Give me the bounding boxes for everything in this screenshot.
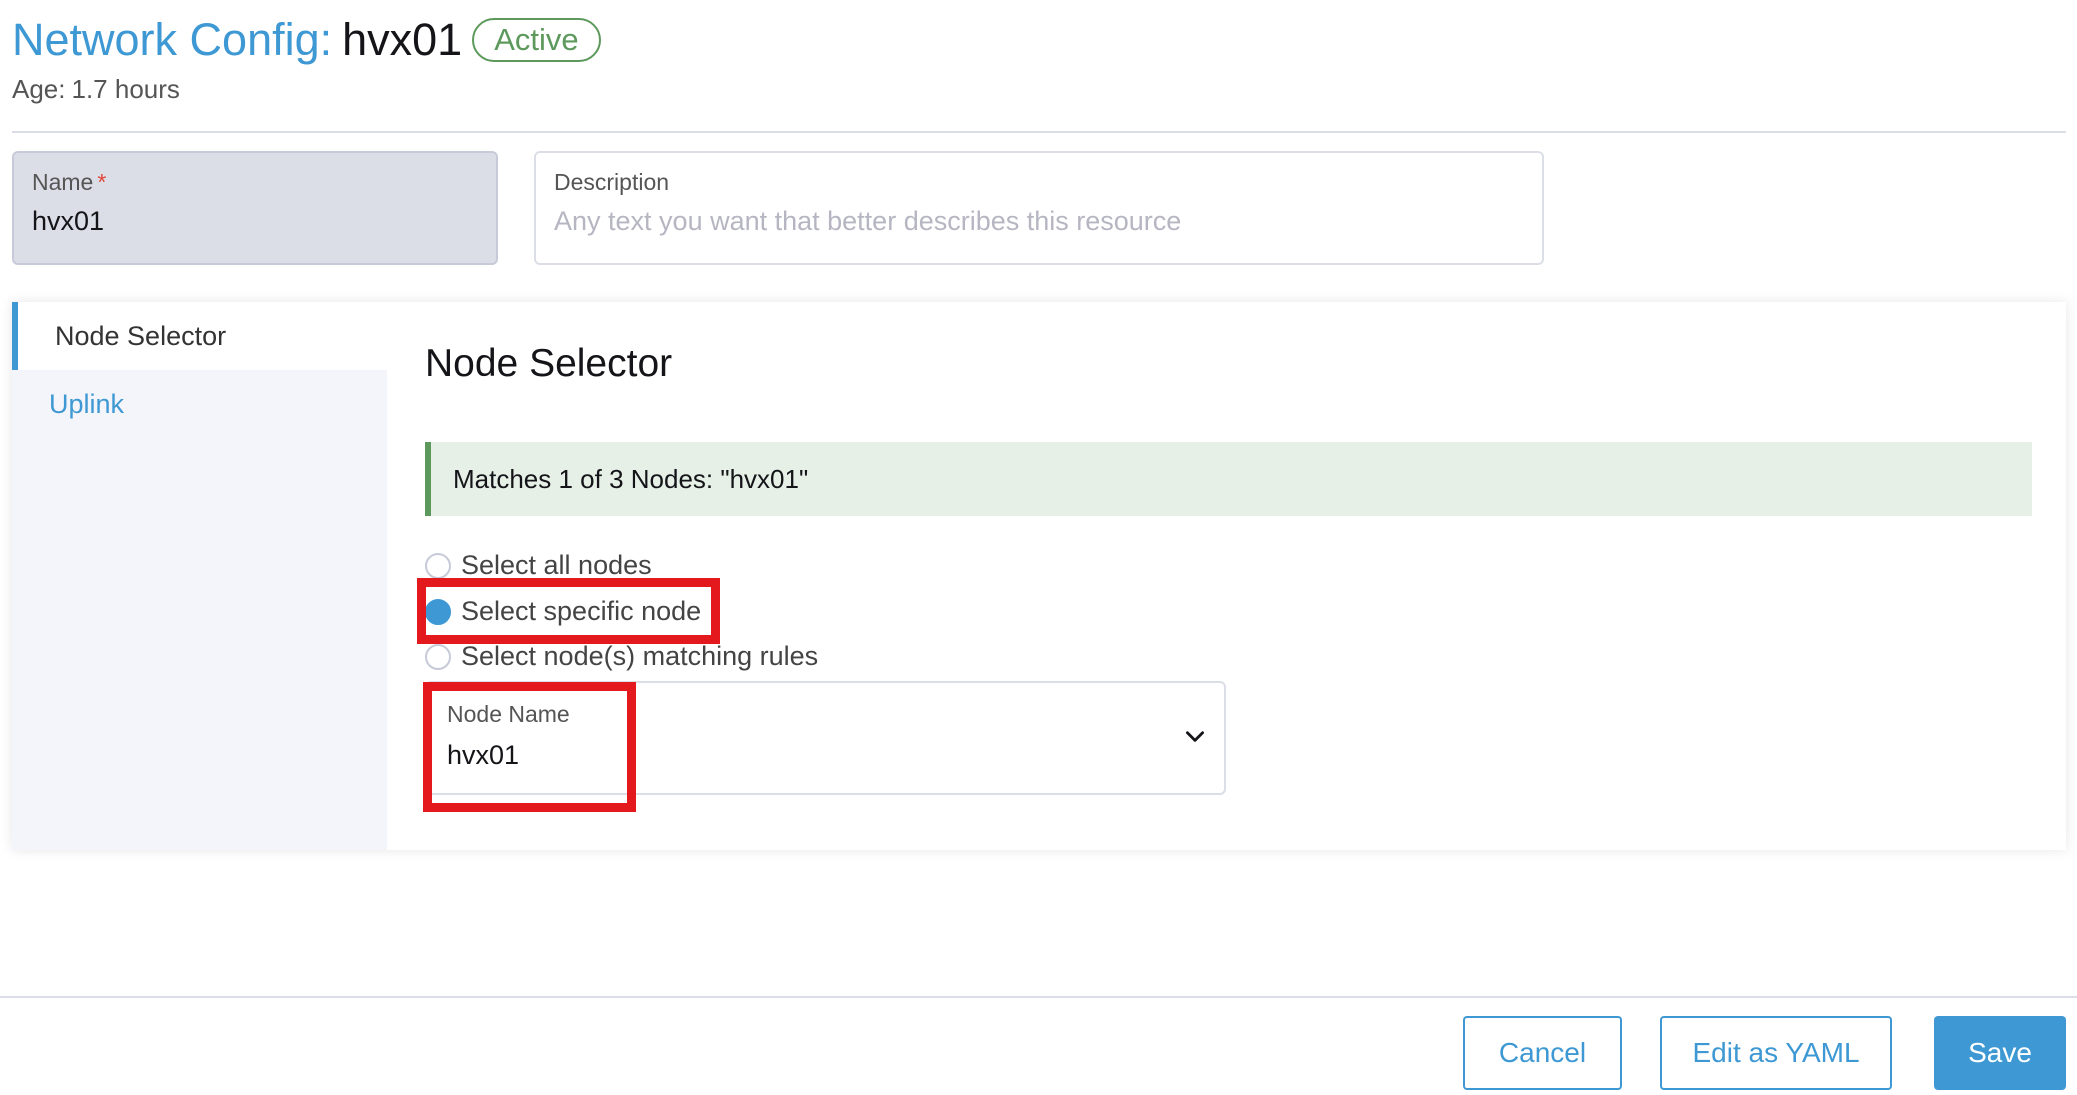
tab-uplink[interactable]: Uplink xyxy=(12,370,387,438)
network-config-page: Network Config: hvx01 Active Age: 1.7 hou… xyxy=(0,0,2077,1095)
chevron-down-icon[interactable] xyxy=(1182,723,1208,749)
cancel-button[interactable]: Cancel xyxy=(1463,1016,1622,1090)
radio-label: Select node(s) matching rules xyxy=(461,641,819,671)
resource-type-link[interactable]: Network Config: xyxy=(12,14,332,66)
footer-divider xyxy=(0,996,2077,998)
tabbed-panel: Node Selector Uplink Node Selector Match… xyxy=(12,302,2066,850)
radio-select-specific-node[interactable]: Select specific node xyxy=(425,596,701,627)
header-divider xyxy=(12,131,2066,133)
name-field[interactable]: Name * hvx01 xyxy=(12,151,498,265)
description-label: Description xyxy=(554,169,670,195)
radio-button[interactable] xyxy=(425,643,451,670)
status-badge: Active xyxy=(472,18,601,62)
page-title: hvx01 xyxy=(342,14,463,65)
node-name-value: hvx01 xyxy=(447,740,520,770)
name-label-text: Name xyxy=(32,169,94,195)
radio-select-all-nodes[interactable]: Select all nodes xyxy=(425,550,652,581)
node-name-select[interactable]: Node Name hvx01 xyxy=(425,681,1226,795)
section-title: Node Selector xyxy=(425,342,673,385)
name-value: hvx01 xyxy=(32,206,105,236)
name-field-label: Name * xyxy=(32,169,478,196)
radio-label: Select all nodes xyxy=(461,550,652,580)
resource-age: Age: 1.7 hours xyxy=(12,74,180,105)
side-tabs: Node Selector Uplink xyxy=(12,302,387,850)
required-indicator: * xyxy=(97,169,107,195)
radio-select-matching-rules[interactable]: Select node(s) matching rules xyxy=(425,641,818,672)
save-button[interactable]: Save xyxy=(1934,1016,2066,1090)
radio-button-checked[interactable] xyxy=(425,598,451,625)
age-value: 1.7 hours xyxy=(71,74,180,104)
tab-node-selector[interactable]: Node Selector xyxy=(12,302,387,370)
match-banner: Matches 1 of 3 Nodes: "hvx01" xyxy=(425,442,2032,516)
description-field[interactable]: Description Any text you want that bette… xyxy=(534,151,1544,265)
age-label: Age: xyxy=(12,74,66,104)
radio-button[interactable] xyxy=(425,552,451,579)
description-placeholder[interactable]: Any text you want that better describes … xyxy=(554,206,1524,237)
radio-label: Select specific node xyxy=(461,596,702,626)
edit-as-yaml-button[interactable]: Edit as YAML xyxy=(1660,1016,1892,1090)
page-header: Network Config: hvx01 Active xyxy=(12,14,601,66)
node-name-label: Node Name xyxy=(447,701,570,727)
